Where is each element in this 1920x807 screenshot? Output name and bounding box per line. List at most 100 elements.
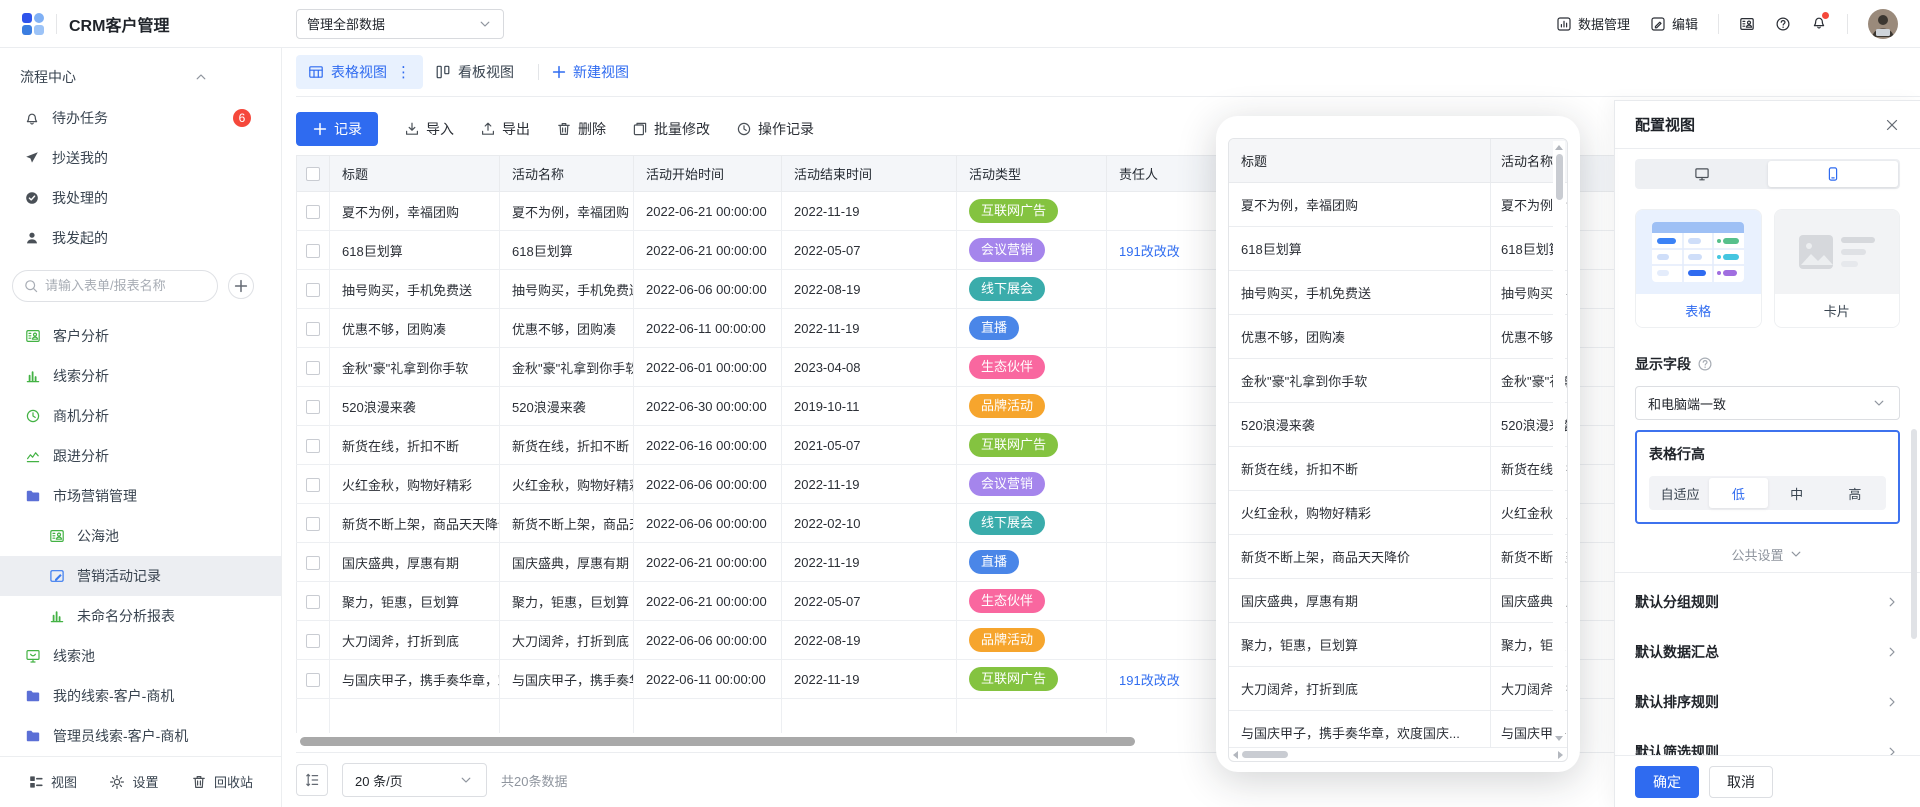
- toolbar-action-button[interactable]: 批量修改: [632, 119, 710, 139]
- sidebar-nav-item[interactable]: 公海池: [0, 516, 281, 556]
- sidebar-nav-item[interactable]: 我的线索-客户-商机: [0, 676, 281, 716]
- sidebar-nav-item[interactable]: 跟进分析: [0, 436, 281, 476]
- rule-item[interactable]: 默认数据汇总: [1635, 627, 1900, 677]
- contact-book-button[interactable]: [1739, 16, 1755, 32]
- preview-vscroll-thumb[interactable]: [1556, 154, 1563, 200]
- row-checkbox[interactable]: [306, 634, 320, 648]
- workspace-selector[interactable]: 管理全部数据: [296, 9, 504, 39]
- sidebar-nav-item[interactable]: 客户分析: [0, 316, 281, 356]
- config-view-panel: 配置视图: [1614, 100, 1920, 807]
- sidebar-nav-item[interactable]: 管理员线索-客户-商机: [0, 716, 281, 756]
- row-checkbox[interactable]: [306, 673, 320, 687]
- view-tabs: 表格视图 ⋮ 看板视图 新建视图: [296, 48, 1920, 97]
- column-header-title[interactable]: 标题: [330, 156, 500, 192]
- toolbar-action-icon: [632, 121, 648, 137]
- column-header-type[interactable]: 活动类型: [957, 156, 1107, 192]
- tab-kanban-view[interactable]: 看板视图: [423, 55, 526, 89]
- end-time-cell: 2022-02-10: [782, 504, 957, 543]
- row-height-option[interactable]: 高: [1826, 478, 1884, 508]
- add-form-button[interactable]: [228, 273, 254, 299]
- name-cell: 夏不为例，幸福团购: [500, 192, 634, 231]
- layout-card-card[interactable]: 卡片: [1774, 209, 1901, 328]
- process-section-header[interactable]: 流程中心: [0, 64, 281, 90]
- form-search-input[interactable]: [45, 278, 195, 293]
- user-avatar[interactable]: [1868, 9, 1898, 39]
- preview-horizontal-scrollbar[interactable]: [1229, 747, 1567, 761]
- preview-hscroll-thumb[interactable]: [1242, 751, 1288, 758]
- scrollbar-thumb[interactable]: [300, 737, 1135, 746]
- sidebar-nav-item[interactable]: 营销活动记录: [0, 556, 281, 596]
- panel-scrollbar-thumb[interactable]: [1911, 429, 1917, 639]
- toolbar-action-button[interactable]: 操作记录: [736, 119, 814, 139]
- owner-link[interactable]: 191改改改: [1119, 244, 1180, 259]
- sidebar-footer-button[interactable]: 设置: [109, 772, 158, 791]
- sidebar-process-item[interactable]: 我发起的: [0, 218, 281, 258]
- owner-link[interactable]: 191改改改: [1119, 673, 1180, 688]
- close-icon[interactable]: [1884, 117, 1900, 133]
- toolbar-action-button[interactable]: 删除: [556, 119, 606, 139]
- more-dots-icon[interactable]: ⋮: [396, 63, 411, 81]
- preview-title-cell: 国庆盛典，厚惠有期: [1229, 579, 1491, 622]
- data-manage-button[interactable]: 数据管理: [1556, 14, 1630, 33]
- row-checkbox[interactable]: [306, 439, 320, 453]
- cancel-button[interactable]: 取消: [1709, 766, 1773, 798]
- row-checkbox[interactable]: [306, 361, 320, 375]
- common-settings-toggle[interactable]: 公共设置: [1635, 540, 1900, 568]
- tab-table-view[interactable]: 表格视图 ⋮: [296, 55, 423, 89]
- edit-button[interactable]: 编辑: [1650, 14, 1698, 33]
- app-logo-icon[interactable]: [22, 13, 44, 35]
- toolbar-action-button[interactable]: 导出: [480, 119, 530, 139]
- rule-item[interactable]: 默认分组规则: [1635, 577, 1900, 627]
- toolbar-action-button[interactable]: 导入: [404, 119, 454, 139]
- row-height-option[interactable]: 低: [1709, 478, 1767, 508]
- row-checkbox[interactable]: [306, 400, 320, 414]
- rule-item[interactable]: 默认筛选规则: [1635, 727, 1900, 755]
- sidebar-nav-item[interactable]: 市场营销管理: [0, 476, 281, 516]
- column-header-start[interactable]: 活动开始时间: [634, 156, 782, 192]
- row-height-button[interactable]: [296, 764, 328, 796]
- rule-item[interactable]: 默认排序规则: [1635, 677, 1900, 727]
- sidebar-process-item[interactable]: 我处理的: [0, 178, 281, 218]
- page-size-select[interactable]: 20 条/页: [342, 763, 487, 797]
- select-all-checkbox[interactable]: [306, 167, 320, 181]
- sidebar: 流程中心 待办任务 6 抄送我的 我处理的: [0, 48, 282, 807]
- sidebar-nav-item[interactable]: 线索分析: [0, 356, 281, 396]
- scroll-right-icon[interactable]: [1558, 751, 1563, 759]
- sidebar-footer-button[interactable]: 回收站: [191, 772, 253, 791]
- row-height-option[interactable]: 自适应: [1651, 478, 1709, 508]
- scroll-up-icon[interactable]: [1555, 145, 1563, 150]
- row-checkbox[interactable]: [306, 556, 320, 570]
- help-button[interactable]: [1775, 16, 1791, 32]
- row-checkbox[interactable]: [306, 595, 320, 609]
- row-checkbox[interactable]: [306, 322, 320, 336]
- start-time-cell: 2022-06-06 00:00:00: [634, 465, 782, 504]
- preview-vertical-scrollbar[interactable]: [1553, 141, 1565, 745]
- scroll-down-icon[interactable]: [1555, 736, 1563, 741]
- display-fields-select[interactable]: 和电脑端一致: [1635, 386, 1900, 420]
- column-header-end[interactable]: 活动结束时间: [782, 156, 957, 192]
- sidebar-process-item[interactable]: 抄送我的: [0, 138, 281, 178]
- sidebar-nav-item[interactable]: 未命名分析报表: [0, 596, 281, 636]
- sidebar-nav-item[interactable]: 线索池: [0, 636, 281, 676]
- mobile-option[interactable]: [1768, 161, 1899, 187]
- row-height-option[interactable]: 中: [1768, 478, 1826, 508]
- add-record-button[interactable]: 记录: [296, 112, 378, 146]
- row-checkbox[interactable]: [306, 517, 320, 531]
- scroll-left-icon[interactable]: [1233, 751, 1238, 759]
- row-checkbox[interactable]: [306, 283, 320, 297]
- new-view-button[interactable]: 新建视图: [551, 62, 629, 82]
- sidebar-process-item[interactable]: 待办任务 6: [0, 98, 281, 138]
- desktop-option[interactable]: [1637, 161, 1768, 187]
- row-checkbox[interactable]: [306, 205, 320, 219]
- confirm-button[interactable]: 确定: [1635, 766, 1699, 798]
- sidebar-nav-item[interactable]: 商机分析: [0, 396, 281, 436]
- notifications-button[interactable]: [1811, 14, 1827, 33]
- layout-card-table[interactable]: 表格: [1635, 209, 1762, 328]
- chevron-right-icon: [1884, 594, 1900, 610]
- row-checkbox[interactable]: [306, 478, 320, 492]
- sidebar-footer-button[interactable]: 视图: [28, 772, 77, 791]
- column-header-name[interactable]: 活动名称: [500, 156, 634, 192]
- row-checkbox[interactable]: [306, 244, 320, 258]
- toolbar-action-label: 操作记录: [758, 119, 814, 139]
- help-icon[interactable]: [1697, 356, 1713, 372]
